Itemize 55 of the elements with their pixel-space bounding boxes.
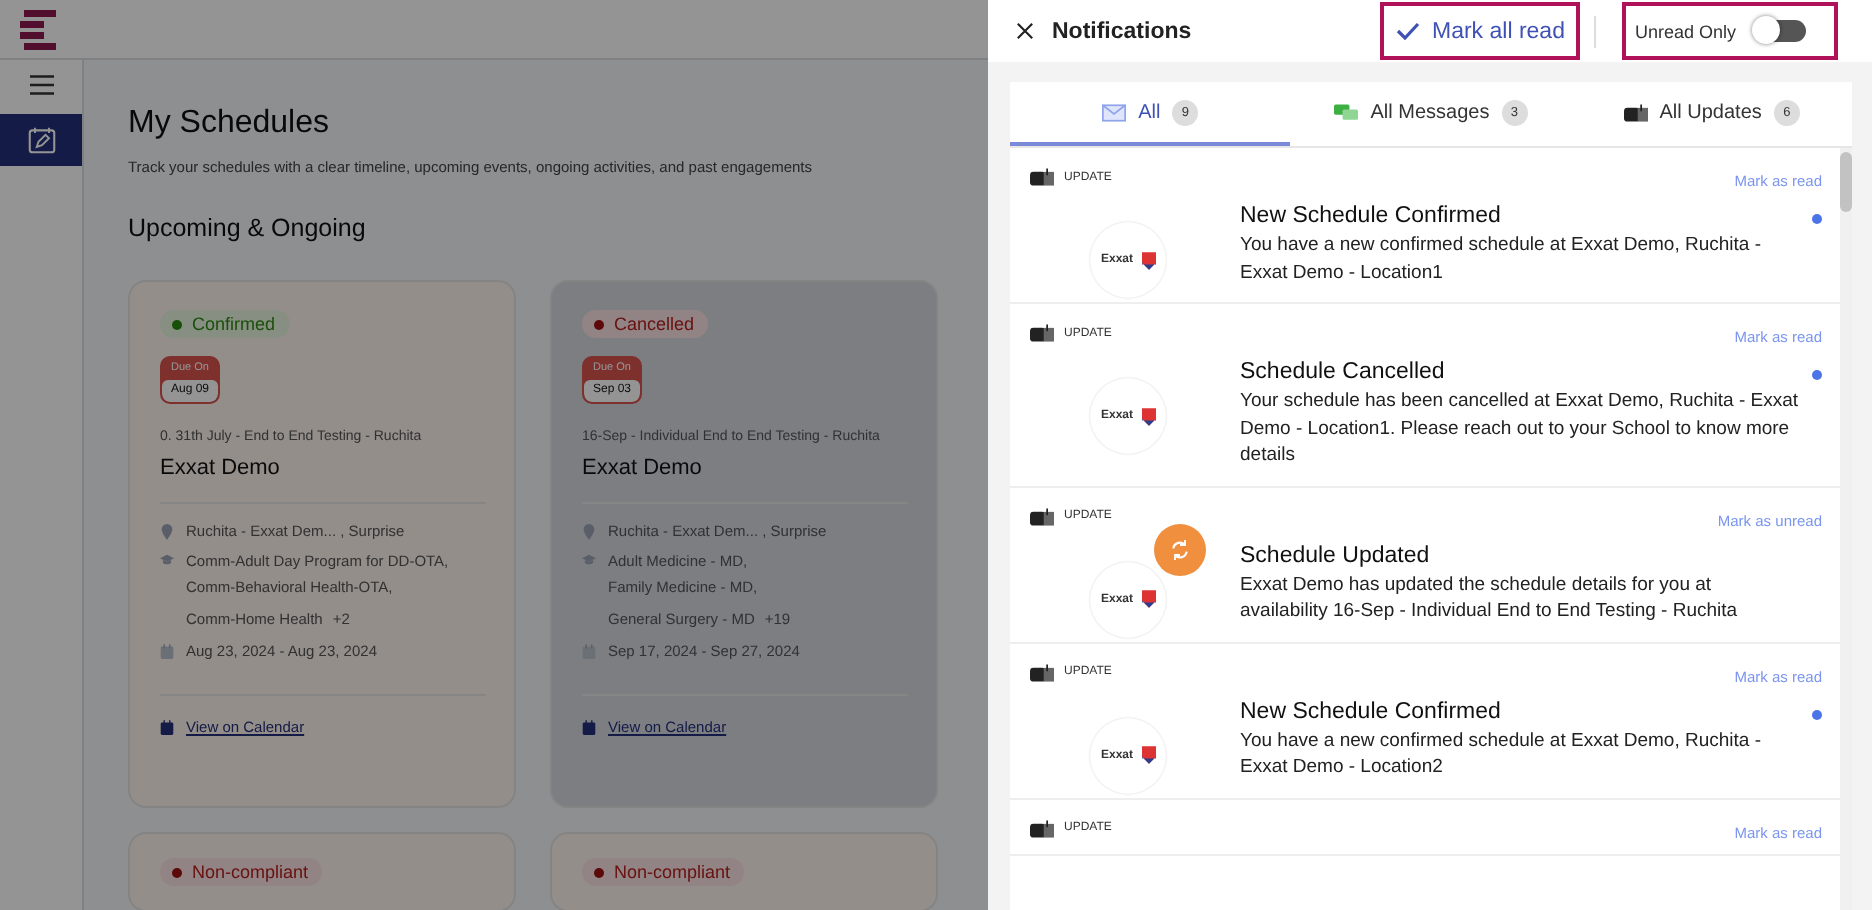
notification-title: New Schedule Confirmed: [1240, 699, 1503, 723]
schedule-card[interactable]: [550, 280, 938, 808]
envelope-icon: [1102, 103, 1127, 121]
mailbox-icon: [1030, 324, 1054, 342]
status-badge: Non-compliant: [582, 858, 745, 886]
unread-only-label: Unread Only: [1634, 21, 1736, 41]
mailbox-icon: [1030, 507, 1054, 525]
status-badge: Cancelled: [582, 310, 709, 338]
graduation-cap-icon: [160, 552, 174, 568]
sync-icon: [1170, 539, 1190, 559]
notification-body: You have a new confirmed schedule at Exxat Demo, Ruchita - Exxat Demo - Location1: [1240, 232, 1764, 286]
calendar-icon: [582, 643, 596, 659]
mailbox-icon: [1030, 663, 1054, 681]
sidebar-item[interactable]: [0, 114, 82, 166]
schedule-card[interactable]: Non-compliant: [550, 832, 938, 910]
section-heading: Upcoming & Ongoing: [128, 214, 368, 242]
calendar-icon: [160, 719, 174, 735]
menu-icon[interactable]: [29, 74, 53, 96]
close-icon[interactable]: [1016, 22, 1034, 40]
notification-body: Exxat Demo has updated the schedule details for you at availability 16-Sep - Individual End to End Testing - Ruchita: [1240, 571, 1740, 625]
logo-icon: [20, 9, 56, 49]
schedule-card[interactable]: [128, 280, 516, 808]
mailbox-icon: [1030, 168, 1054, 186]
mailbox-icon: [1623, 103, 1648, 121]
page-title: My Schedules: [128, 106, 331, 142]
toggle-switch[interactable]: [1754, 20, 1806, 42]
shield-icon: [1141, 746, 1155, 764]
tab-label: All: [1138, 101, 1161, 123]
scrollbar[interactable]: [1840, 148, 1852, 910]
notification-body: Your schedule has been cancelled at Exxat Demo, Ruchita - Exxat Demo - Location1. Please reach out to your School to know more details: [1240, 388, 1798, 469]
location-pin-icon: [160, 523, 174, 539]
notification-title: New Schedule Confirmed: [1240, 204, 1503, 228]
location-pin-icon: [582, 523, 596, 539]
notification-title: Schedule Cancelled: [1240, 360, 1447, 384]
tab-label: All Updates: [1659, 101, 1762, 123]
calendar-icon: [582, 719, 596, 735]
graduation-cap-icon: [582, 552, 596, 568]
status-badge: Confirmed: [160, 310, 290, 338]
tab-label: All Messages: [1370, 101, 1490, 123]
calendar-icon: [160, 643, 174, 659]
mark-all-read-button[interactable]: Mark all read: [1380, 2, 1581, 60]
mailbox-icon: [1030, 819, 1054, 837]
status-badge: Non-compliant: [160, 858, 323, 886]
notification-body: You have a new confirmed schedule at Exxat Demo, Ruchita - Exxat Demo - Location2: [1240, 727, 1764, 781]
notification-title: Schedule Updated: [1240, 543, 1432, 567]
calendar-edit-icon: [27, 126, 55, 154]
chat-bubbles-icon: [1334, 103, 1359, 121]
shield-icon: [1141, 407, 1155, 425]
panel-title: Notifications: [1052, 19, 1192, 43]
schedule-card[interactable]: Non-compliant: [128, 832, 516, 910]
shield-icon: [1141, 251, 1155, 269]
schedule-title: Exxat Demo: [160, 456, 282, 480]
check-icon: [1396, 22, 1420, 40]
schedule-title: Exxat Demo: [582, 456, 704, 480]
shield-icon: [1141, 590, 1155, 608]
